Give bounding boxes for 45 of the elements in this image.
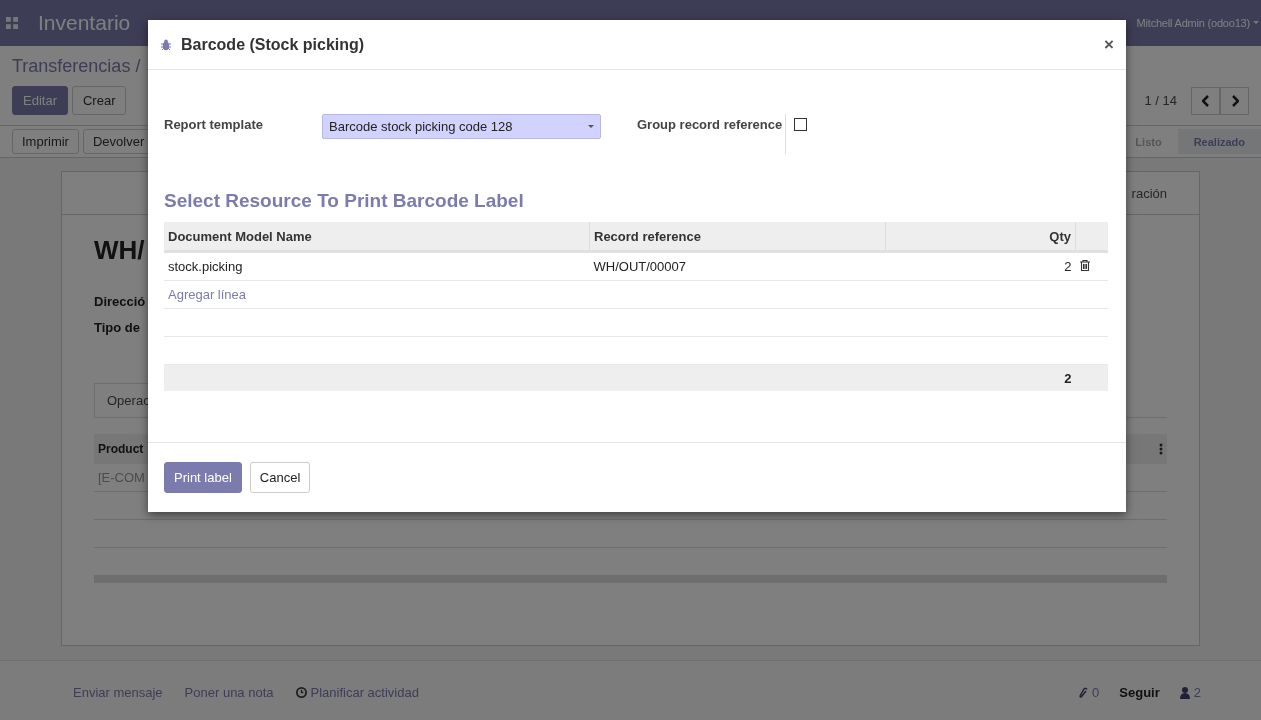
chatter-link[interactable]: Planificar actividad [295,685,419,700]
dialog-button[interactable]: Print label [164,462,242,493]
dialog-title: Barcode (Stock picking) [181,35,365,54]
caret-icon [1253,21,1259,25]
column-header[interactable]: Record reference [589,222,886,252]
checkbox[interactable] [794,118,807,131]
chatter-link[interactable]: Poner una nota [184,685,274,700]
add-line-link[interactable]: Agregar línea [168,287,247,302]
field-label: Direcció [94,294,146,309]
trash-icon[interactable] [1079,260,1090,271]
table-cell[interactable]: stock.picking [164,251,590,281]
column-header: Product [98,442,144,456]
pager-value: 1 / 14 [1144,93,1177,108]
close-button[interactable]: × [1104,34,1114,55]
select-field[interactable]: Barcode stock picking code 128 [322,114,601,139]
table-cell[interactable]: 2 [885,251,1076,281]
bug-icon [160,38,172,51]
follow-button[interactable]: Seguir [1119,685,1160,700]
dialog-button[interactable]: Cancel [249,462,311,493]
section-title: Select Resource To Print Barcode Label [164,190,525,212]
app-name: Inventario [38,11,131,35]
action-button[interactable]: Imprimir [12,129,79,154]
chevron-right-icon [1230,94,1239,107]
next-button[interactable] [1220,86,1249,115]
chatter-link[interactable]: Enviar mensaje [73,685,163,700]
attachment-count[interactable]: 0 [1092,685,1100,700]
field-label: Group record reference [637,116,784,134]
status-step[interactable]: Realizado [1177,129,1261,154]
total-cell: 2 [885,364,1076,391]
chevron-left-icon [1201,94,1210,107]
field-label: Tipo de [94,320,140,335]
smart-button[interactable]: ración [1131,185,1167,201]
column-header[interactable]: Document Model Name [164,222,590,252]
toolbar-button[interactable]: Editar [12,86,68,115]
previous-button[interactable] [1191,86,1220,115]
record-title: WH/ [94,235,145,266]
person-icon [1179,686,1190,699]
field-label: Report template [164,116,264,134]
column-header[interactable]: Qty [885,222,1076,252]
paperclip-icon [1079,686,1089,699]
clock-icon [295,687,307,698]
follower-count[interactable]: 2 [1193,685,1201,700]
kebab-menu-icon[interactable] [1159,443,1163,455]
table-cell[interactable]: WH/OUT/00007 [589,251,886,281]
toolbar-button[interactable]: Crear [71,86,127,115]
